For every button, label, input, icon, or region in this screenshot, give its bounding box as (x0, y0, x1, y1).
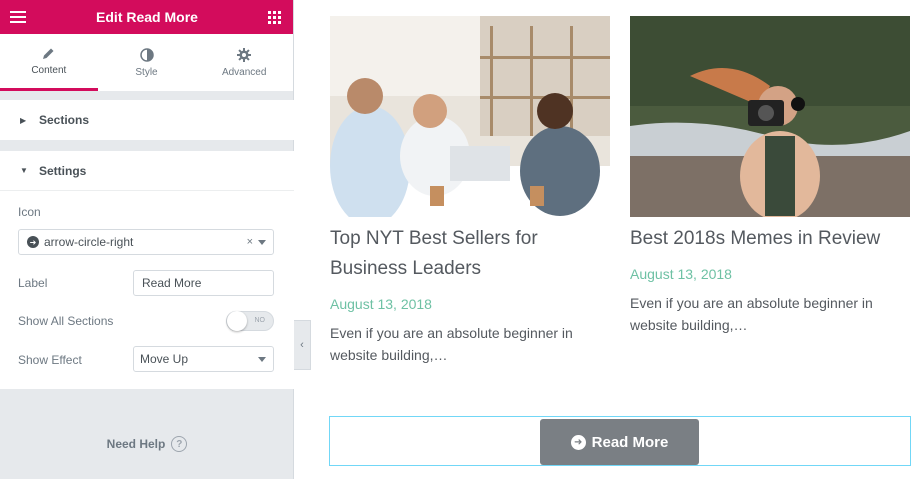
hamburger-menu-icon[interactable] (10, 11, 26, 23)
post-excerpt: Even if you are an absolute beginner in … (330, 325, 573, 363)
show-effect-label: Show Effect (18, 353, 82, 367)
sections-heading: Sections (39, 113, 90, 127)
panel-title: Edit Read More (96, 9, 198, 25)
widgets-grid-icon[interactable] (268, 10, 281, 24)
read-more-label: Read More (591, 433, 669, 451)
tab-advanced[interactable]: Advanced (195, 34, 293, 91)
icon-select[interactable]: ➜ arrow-circle-right × (18, 229, 274, 255)
post-thumbnail-office-meeting[interactable] (330, 16, 610, 217)
gear-icon (237, 47, 252, 62)
post-excerpt: Even if you are an absolute beginner in … (630, 295, 873, 333)
caret-down-icon: ▼ (20, 166, 28, 175)
show-all-sections-toggle[interactable]: NO (226, 311, 274, 331)
clear-icon[interactable]: × (247, 236, 253, 248)
tab-style-label: Style (135, 66, 158, 78)
sections-section: ▶ Sections (0, 100, 294, 140)
sections-toggle[interactable]: ▶ Sections (0, 100, 294, 140)
tab-advanced-label: Advanced (221, 66, 267, 78)
post-card: Best 2018s Memes in Review August 13, 20… (630, 16, 910, 336)
arrow-circle-right-icon: ➜ (570, 434, 586, 450)
collapse-panel-button[interactable]: ‹ (294, 320, 311, 370)
post-thumbnail-photographer[interactable] (630, 16, 910, 217)
icon-control-label: Icon (18, 205, 41, 219)
pencil-icon (43, 48, 54, 59)
panel-header: Edit Read More (0, 0, 293, 34)
post-title[interactable]: Top NYT Best Sellers for Business Leader… (330, 224, 610, 284)
icon-select-value: arrow-circle-right (44, 235, 134, 249)
show-effect-select[interactable]: Move Up (133, 346, 274, 372)
post-date: August 13, 2018 (630, 266, 732, 282)
editor-panel: Edit Read More Content Style Advanced ▶ … (0, 0, 294, 479)
half-circle-icon (139, 47, 154, 62)
toggle-state: NO (254, 317, 266, 324)
toggle-knob (227, 311, 247, 331)
tab-content[interactable]: Content (0, 34, 98, 91)
post-date: August 13, 2018 (330, 296, 432, 312)
show-effect-value: Move Up (140, 352, 189, 366)
settings-toggle[interactable]: ▼ Settings (0, 151, 294, 191)
need-help-label: Need Help (106, 437, 166, 451)
chevron-down-icon (258, 239, 266, 245)
arrow-circle-right-icon: ➜ (27, 236, 39, 248)
label-control-label: Label (18, 276, 48, 290)
read-more-button[interactable]: ➜ Read More (540, 419, 699, 465)
tab-content-label: Content (31, 64, 67, 76)
settings-heading: Settings (39, 163, 87, 178)
label-input[interactable] (133, 270, 274, 296)
chevron-down-icon (258, 356, 266, 362)
show-all-sections-label: Show All Sections (18, 314, 114, 328)
photographer-image (630, 16, 910, 217)
caret-right-icon: ▶ (20, 115, 27, 125)
question-circle-icon: ? (171, 436, 188, 452)
office-meeting-image (330, 16, 610, 217)
chevron-left-icon: ‹ (300, 339, 304, 351)
need-help-link[interactable]: Need Help ? (0, 436, 294, 452)
tab-style[interactable]: Style (98, 34, 196, 91)
panel-tabs: Content Style Advanced (0, 34, 293, 91)
post-title[interactable]: Best 2018s Memes in Review (630, 224, 910, 254)
post-card: Top NYT Best Sellers for Business Leader… (330, 16, 610, 366)
